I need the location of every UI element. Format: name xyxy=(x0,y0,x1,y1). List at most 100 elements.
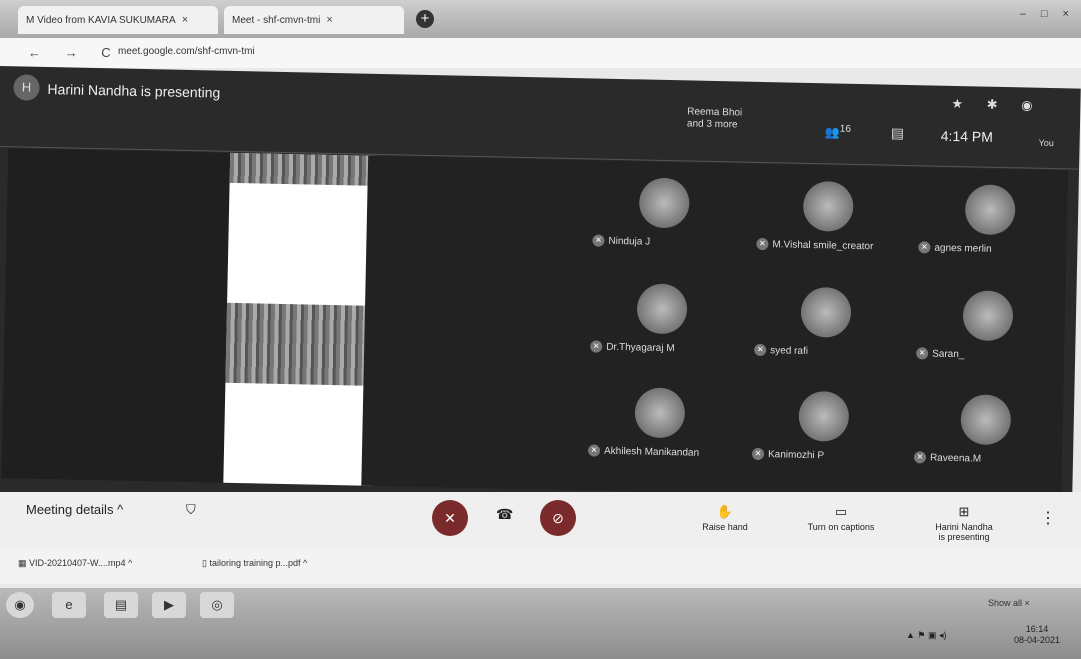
address-bar: ← → C meet.google.com/shf-cmvn-tmi xyxy=(0,38,1081,68)
participant-avatar xyxy=(636,283,688,335)
new-tab-button[interactable]: + xyxy=(416,10,434,28)
participant-tile[interactable]: ✕ M.Vishal smile_creator xyxy=(756,174,908,277)
presenting-line1: Harini Nandha xyxy=(935,522,993,532)
mic-off-icon: ✕ xyxy=(756,237,769,251)
participant-tile[interactable]: ✕ syed rafi xyxy=(754,280,906,383)
captions-button[interactable]: ▭ Turn on captions xyxy=(796,504,886,532)
tab-label: M Video from KAVIA SUKUMARA xyxy=(26,14,176,26)
chevron-up-icon: ^ xyxy=(117,502,124,517)
meeting-clock: 4:14 PM xyxy=(940,127,994,145)
file-icon: ▦ xyxy=(18,558,30,568)
browser-tab-strip: M Video from KAVIA SUKUMARA × Meet - shf… xyxy=(0,0,1081,38)
mic-off-icon: ✕ xyxy=(751,447,765,461)
participant-tile[interactable]: ✕ Dr.Thyagaraj M xyxy=(590,276,742,379)
meeting-control-bar: Meeting details ^ ⛉ ✕ ☎ ⊘ ✋ Raise hand ▭… xyxy=(0,492,1081,548)
participant-avatar xyxy=(964,184,1016,236)
tab-video[interactable]: M Video from KAVIA SUKUMARA × xyxy=(18,6,218,34)
raise-hand-label: Raise hand xyxy=(702,522,748,532)
participant-tile[interactable]: ✕ Ninduja J xyxy=(592,170,744,273)
presenting-title: Harini Nandha is presenting xyxy=(47,81,221,101)
presentation-by: Reema Bhoi and 3 more xyxy=(687,106,743,131)
participant-name: ✕ Ninduja J xyxy=(592,234,650,247)
participant-avatar xyxy=(960,394,1012,446)
people-button[interactable]: 👥16 xyxy=(825,123,851,140)
raise-hand-button[interactable]: ✋ Raise hand xyxy=(690,504,760,532)
downloads-bar: ▦ VID-20210407-W....mp4 ^ ▯ tailoring tr… xyxy=(0,548,1081,584)
participant-tile[interactable]: ✕ Akhilesh Manikandan xyxy=(587,380,739,483)
people-icon: 👥 xyxy=(824,125,840,140)
participant-name: ✕ agnes merlin xyxy=(918,241,992,255)
shared-screen xyxy=(223,152,381,486)
mic-toggle-button[interactable]: ✕ xyxy=(432,500,468,536)
chevron-up-icon: ^ xyxy=(125,558,133,568)
self-view-label: You xyxy=(1038,137,1054,149)
nav-buttons[interactable]: ← → C xyxy=(28,45,121,60)
camera-toggle-button[interactable]: ⊘ xyxy=(540,500,576,536)
download-item[interactable]: ▦ VID-20210407-W....mp4 ^ xyxy=(18,558,132,569)
participant-avatar xyxy=(634,387,686,439)
ie-icon[interactable]: e xyxy=(52,592,86,618)
chrome-icon[interactable]: ◎ xyxy=(200,592,234,618)
chevron-up-icon: ^ xyxy=(300,558,308,568)
close-icon[interactable]: × xyxy=(326,14,332,26)
end-call-icon[interactable]: ☎ xyxy=(496,506,513,523)
participant-avatar xyxy=(638,177,690,229)
presenting-button[interactable]: ⊞ Harini Nandha is presenting xyxy=(914,504,1014,542)
folder-icon[interactable]: ▤ xyxy=(104,592,138,618)
url-field[interactable]: meet.google.com/shf-cmvn-tmi xyxy=(118,46,255,57)
participant-avatar xyxy=(798,390,850,442)
presenting-line2: is presenting xyxy=(938,532,990,542)
extension-icons[interactable]: ★ ✱ ◉ xyxy=(951,96,1042,114)
mic-off-icon: ✕ xyxy=(444,510,456,526)
camera-off-icon: ⊘ xyxy=(552,510,564,526)
participant-name: ✕ syed rafi xyxy=(754,343,808,357)
meet-stage: H Harini Nandha is presenting ★ ✱ ◉ Reem… xyxy=(0,66,1081,515)
participant-name: ✕ M.Vishal smile_creator xyxy=(756,237,873,252)
mic-off-icon: ✕ xyxy=(754,343,767,357)
shared-thumbnail xyxy=(229,152,371,186)
presentation-dark-area xyxy=(1,148,231,483)
close-icon[interactable]: × xyxy=(1025,598,1030,608)
tab-label: Meet - shf-cmvn-tmi xyxy=(232,14,321,26)
people-count: 16 xyxy=(839,123,852,135)
download-item[interactable]: ▯ tailoring training p...pdf ^ xyxy=(202,558,307,569)
participant-tile[interactable]: ✕ Saran_ xyxy=(916,283,1068,386)
presentation-by-line2: and 3 more xyxy=(686,118,738,131)
participant-avatar xyxy=(802,180,854,232)
show-all-downloads[interactable]: Show all × xyxy=(988,598,1030,608)
mic-off-icon: ✕ xyxy=(916,347,929,360)
show-all-label: Show all xyxy=(988,598,1023,608)
mic-off-icon: ✕ xyxy=(587,444,601,457)
start-button[interactable]: ◉ xyxy=(6,592,34,618)
hand-icon: ✋ xyxy=(716,504,734,519)
captions-label: Turn on captions xyxy=(807,522,875,532)
system-tray-icons[interactable]: ▲ ⚑ ▣ ◂) xyxy=(906,630,947,641)
participant-name: ✕ Saran_ xyxy=(916,347,965,360)
more-options-icon[interactable]: ⋮ xyxy=(1040,508,1056,528)
shield-icon[interactable]: ⛉ xyxy=(186,502,196,518)
participant-tile[interactable]: ✕ Raveena.M xyxy=(913,387,1065,490)
taskbar-date: 08-04-2021 xyxy=(1014,635,1061,645)
participant-tile[interactable]: ✕ agnes merlin xyxy=(918,177,1070,280)
participant-name: ✕ Kanimozhi P xyxy=(751,447,824,462)
participant-grid: ✕ Ninduja J ✕ M.Vishal smile_creator ✕ agne… xyxy=(361,155,1070,501)
participant-tile[interactable]: ✕ Kanimozhi P xyxy=(751,384,903,487)
meeting-details-button[interactable]: Meeting details ^ xyxy=(26,502,123,517)
participant-avatar xyxy=(800,286,852,338)
close-icon[interactable]: × xyxy=(182,14,188,26)
shared-thumbnail xyxy=(225,302,368,386)
window-controls[interactable]: – □ × xyxy=(1020,8,1075,20)
mic-off-icon: ✕ xyxy=(918,241,931,254)
present-icon: ⊞ xyxy=(958,504,970,519)
tab-meet[interactable]: Meet - shf-cmvn-tmi × xyxy=(224,6,404,34)
taskbar-clock[interactable]: 16:14 08-04-2021 xyxy=(1014,624,1060,646)
presenter-avatar: H xyxy=(13,74,40,101)
participant-name: ✕ Raveena.M xyxy=(913,451,981,464)
mic-off-icon: ✕ xyxy=(913,451,927,464)
chat-icon[interactable]: ▤ xyxy=(891,125,905,142)
captions-icon: ▭ xyxy=(834,504,848,519)
media-player-icon[interactable]: ▶ xyxy=(152,592,186,618)
mic-off-icon: ✕ xyxy=(592,234,605,247)
windows-taskbar: ◉ e ▤ ▶ ◎ Show all × ▲ ⚑ ▣ ◂) 16:14 08-0… xyxy=(0,588,1081,659)
participant-avatar xyxy=(962,290,1014,342)
